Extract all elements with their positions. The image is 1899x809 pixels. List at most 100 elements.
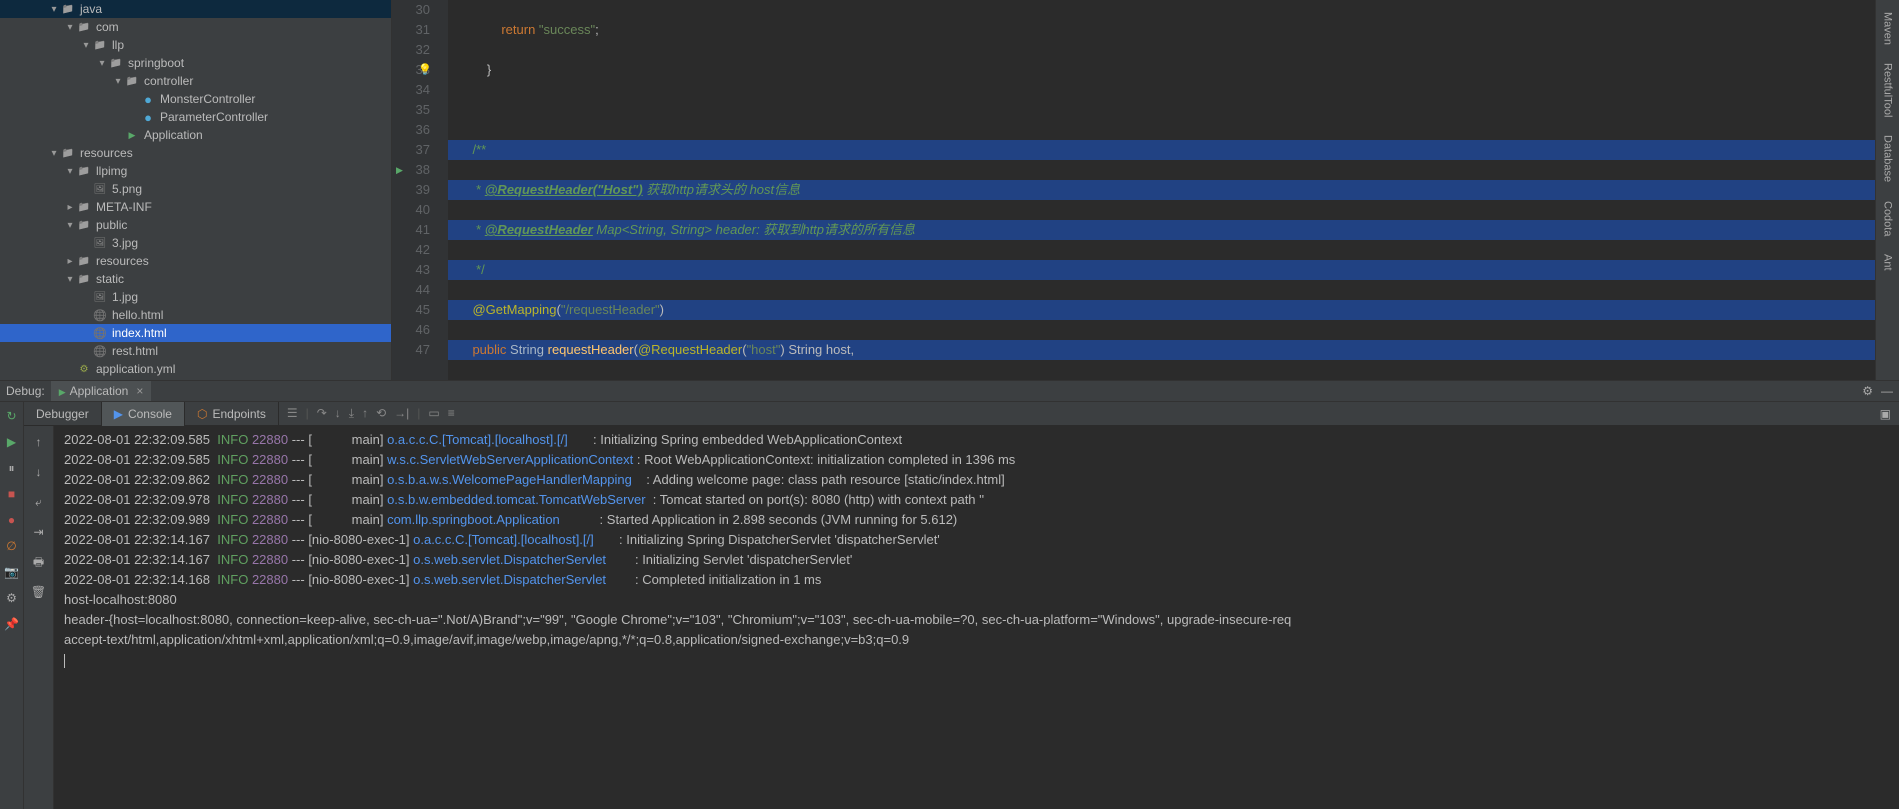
tree-arrow-icon[interactable]: ▾: [48, 4, 60, 15]
tree-item[interactable]: ▾static: [0, 270, 391, 288]
tree-label: MonsterController: [160, 92, 255, 106]
run-icon: [59, 384, 66, 398]
rerun-icon[interactable]: ↻: [4, 408, 20, 424]
tree-item[interactable]: ▾ resources: [0, 144, 391, 162]
tab-console[interactable]: ▶Console: [102, 402, 185, 426]
right-tool-ant[interactable]: Ant: [1880, 250, 1896, 275]
debug-label: Debug:: [6, 384, 45, 398]
drop-frame-icon[interactable]: ⟲: [376, 406, 386, 421]
tree-item[interactable]: index.html: [0, 324, 391, 342]
tree-label: 1.jpg: [112, 290, 138, 304]
tree-arrow-icon[interactable]: ▾: [64, 274, 76, 285]
tree-arrow-icon[interactable]: ▸: [64, 202, 76, 213]
camera-icon[interactable]: 📷: [4, 564, 20, 580]
console-output[interactable]: 2022-08-01 22:32:09.585 INFO 22880 --- […: [54, 426, 1899, 809]
tree-arrow-icon[interactable]: ▸: [64, 256, 76, 267]
stop-icon[interactable]: ■: [4, 486, 20, 502]
tree-item[interactable]: application.yml: [0, 360, 391, 378]
tree-item[interactable]: ▾controller: [0, 72, 391, 90]
tree-label: rest.html: [112, 344, 158, 358]
folder-icon: [76, 253, 92, 269]
force-step-into-icon[interactable]: ⤓: [349, 406, 354, 421]
tree-item[interactable]: ▸resources: [0, 252, 391, 270]
html-icon: [92, 325, 108, 341]
close-icon[interactable]: ×: [136, 384, 143, 398]
tree-item[interactable]: ParameterController: [0, 108, 391, 126]
tree-item[interactable]: 1.jpg: [0, 288, 391, 306]
tree-label: META-INF: [96, 200, 152, 214]
folder-icon: [60, 1, 76, 17]
class-icon: [140, 91, 156, 107]
tree-item[interactable]: 5.png: [0, 180, 391, 198]
filter-icon[interactable]: ☰: [287, 406, 298, 421]
tree-item[interactable]: ▾public: [0, 216, 391, 234]
debug-run-tab[interactable]: Application ×: [51, 381, 152, 401]
tree-item[interactable]: rest.html: [0, 342, 391, 360]
up-icon[interactable]: ↑: [36, 432, 42, 452]
tree-item[interactable]: ▾ llpimg: [0, 162, 391, 180]
img-icon: [92, 181, 108, 197]
breakpoints-icon[interactable]: ●: [4, 512, 20, 528]
gutter: 30313233💡3435363738▶394041424344454647: [392, 0, 448, 380]
right-tool-database[interactable]: Database: [1880, 131, 1896, 186]
step-into-icon[interactable]: ↓: [335, 406, 341, 421]
settings-icon[interactable]: ⚙: [4, 590, 20, 606]
tree-arrow-icon[interactable]: ▾: [96, 58, 108, 69]
tree-label: com: [96, 20, 119, 34]
yml-icon: [76, 361, 92, 377]
run-to-cursor-icon[interactable]: →|: [394, 406, 409, 421]
run-gutter-icon[interactable]: ▶: [396, 160, 403, 180]
tree-arrow-icon[interactable]: ▾: [48, 148, 60, 159]
tree-item[interactable]: Application: [0, 126, 391, 144]
code-area[interactable]: return "success"; } /** * @RequestHeader…: [448, 0, 1875, 380]
editor[interactable]: 30313233💡3435363738▶394041424344454647 r…: [392, 0, 1875, 380]
step-out-icon[interactable]: ↑: [362, 406, 368, 421]
clear-icon[interactable]: 🗑: [31, 582, 46, 602]
tree-item[interactable]: 3.jpg: [0, 234, 391, 252]
tab-debugger[interactable]: Debugger: [24, 402, 102, 426]
minimize-icon[interactable]: —: [1881, 384, 1893, 398]
gear-icon[interactable]: ⚙: [1862, 384, 1873, 398]
tree-item[interactable]: MonsterController: [0, 90, 391, 108]
tree-label: hello.html: [112, 308, 163, 322]
tree-item[interactable]: ▾java: [0, 0, 391, 18]
tree-label: llpimg: [96, 164, 127, 178]
trace-icon[interactable]: ≡: [448, 406, 455, 421]
tree-label: llp: [112, 38, 124, 52]
wrap-icon[interactable]: ⤶: [35, 492, 42, 512]
tree-item[interactable]: ▾ llp: [0, 36, 391, 54]
tree-label: resources: [80, 146, 133, 160]
bulb-icon[interactable]: 💡: [418, 60, 432, 80]
tree-arrow-icon[interactable]: ▾: [80, 40, 92, 51]
folder-icon: [76, 217, 92, 233]
tree-arrow-icon[interactable]: ▾: [64, 166, 76, 177]
layout-icon[interactable]: ▣: [1880, 407, 1899, 421]
tree-item[interactable]: ▾ com: [0, 18, 391, 36]
down-icon[interactable]: ↓: [36, 462, 42, 482]
project-tree[interactable]: ▾java▾com▾llp▾springboot▾controllerMonst…: [0, 0, 392, 380]
pause-icon[interactable]: ⏸: [4, 460, 20, 476]
tree-item[interactable]: hello.html: [0, 306, 391, 324]
evaluate-icon[interactable]: ▭: [428, 406, 439, 421]
tree-label: application.yml: [96, 362, 175, 376]
tab-endpoints[interactable]: ⬡Endpoints: [185, 402, 279, 426]
resume-icon[interactable]: ▶: [4, 434, 20, 450]
right-tool-codota[interactable]: Codota: [1880, 197, 1896, 240]
tree-arrow-icon[interactable]: ▾: [64, 220, 76, 231]
img-icon: [92, 289, 108, 305]
print-icon[interactable]: 🖶: [33, 552, 44, 572]
folder-icon: [76, 271, 92, 287]
folder-icon: [92, 37, 108, 53]
tree-arrow-icon[interactable]: ▾: [64, 22, 76, 33]
tree-label: index.html: [112, 326, 167, 340]
right-tool-maven[interactable]: Maven: [1880, 8, 1896, 49]
mute-breakpoints-icon[interactable]: ∅: [4, 538, 20, 554]
pin-icon[interactable]: 📌: [4, 616, 20, 632]
tree-item[interactable]: ▸ META-INF: [0, 198, 391, 216]
right-tool-restfultool[interactable]: RestfulTool: [1880, 59, 1896, 121]
scroll-end-icon[interactable]: ⇥: [33, 522, 43, 542]
tree-label: 5.png: [112, 182, 142, 196]
step-over-icon[interactable]: ↷: [317, 406, 327, 421]
tree-item[interactable]: ▾springboot: [0, 54, 391, 72]
tree-arrow-icon[interactable]: ▾: [112, 76, 124, 87]
